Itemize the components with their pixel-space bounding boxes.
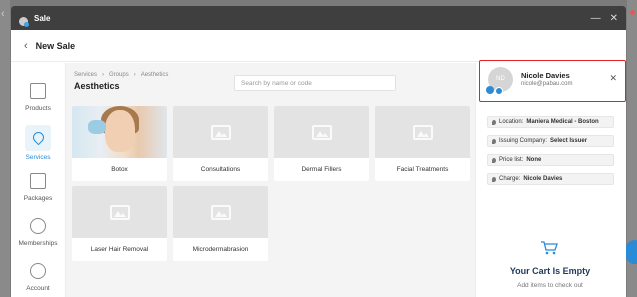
sidebar-item-label: Services xyxy=(25,153,51,161)
package-icon xyxy=(30,173,46,189)
category-sidebar: Products Services Packages Memberships A… xyxy=(11,63,66,297)
empty-cart-subtitle: Add items to check out xyxy=(517,282,583,289)
notification-dot xyxy=(630,10,635,15)
image-placeholder-icon xyxy=(210,124,231,140)
backdrop-right xyxy=(625,0,637,297)
breadcrumb-services[interactable]: Services xyxy=(74,72,97,78)
charge-field[interactable]: Charge: Nicole Davies xyxy=(487,173,614,185)
detail-label: Price list: xyxy=(499,157,524,163)
sidebar-item-label: Packages xyxy=(23,195,53,202)
breadcrumb-aesthetics: Aesthetics xyxy=(140,72,169,78)
charge-icon xyxy=(492,176,496,182)
client-badge-icon xyxy=(486,86,494,94)
service-card-botox[interactable]: Botox xyxy=(72,106,167,181)
breadcrumb: Services › Groups › Aesthetics xyxy=(74,72,168,78)
service-card-microdermabrasion[interactable]: Microdermabrasion xyxy=(173,186,268,261)
minimize-icon[interactable]: — xyxy=(591,13,601,24)
close-icon[interactable]: ✕ xyxy=(610,13,618,24)
box-icon xyxy=(30,83,46,99)
dollar-icon xyxy=(30,263,46,279)
title-bar: Sale — ✕ xyxy=(11,6,626,30)
service-label: Laser Hair Removal xyxy=(90,246,149,253)
service-label: Consultations xyxy=(200,166,241,173)
page-header: ‹ New Sale xyxy=(11,30,626,62)
empty-cart-title: Your Cart Is Empty xyxy=(509,266,591,276)
detail-value: Select Issuer xyxy=(550,138,588,144)
services-panel: Services › Groups › Aesthetics Aesthetic… xyxy=(66,63,475,297)
avatar: ND xyxy=(486,67,513,95)
service-card-consultations[interactable]: Consultations xyxy=(173,106,268,181)
service-label: Dermal Fillers xyxy=(301,166,342,173)
sidebar-item-services[interactable]: Services xyxy=(11,120,65,165)
client-card[interactable]: ND Nicole Davies nicole@pabau.com ✕ xyxy=(479,60,626,102)
price-list-icon xyxy=(492,157,496,163)
cart-icon xyxy=(541,241,558,255)
sidebar-item-packages[interactable]: Packages xyxy=(11,165,65,210)
detail-value: Maniera Medical - Boston xyxy=(526,119,599,125)
service-card-dermal-fillers[interactable]: Dermal Fillers xyxy=(274,106,369,181)
company-icon xyxy=(492,138,496,144)
detail-label: Issuing Company: xyxy=(499,138,548,144)
sidebar-item-label: Account xyxy=(26,285,50,292)
remove-client-icon[interactable]: ✕ xyxy=(609,73,617,84)
section-title: Aesthetics xyxy=(74,81,120,91)
image-placeholder-icon xyxy=(210,204,231,220)
service-card-facial-treatments[interactable]: Facial Treatments xyxy=(375,106,470,181)
sale-modal: Sale — ✕ ‹ New Sale Products Services Pa… xyxy=(11,6,626,297)
sidebar-item-account[interactable]: Account xyxy=(11,255,65,297)
issuing-company-field[interactable]: Issuing Company: Select Issuer xyxy=(487,135,614,147)
detail-label: Location: xyxy=(499,119,524,125)
client-name: Nicole Davies xyxy=(521,71,570,80)
search-input[interactable] xyxy=(234,75,396,91)
detail-value: Nicole Davies xyxy=(523,176,563,182)
breadcrumb-groups[interactable]: Groups xyxy=(109,72,129,78)
badge-icon xyxy=(30,218,46,234)
location-pin-icon xyxy=(492,119,496,125)
chat-bubble-icon[interactable] xyxy=(625,240,637,264)
breadcrumb-separator-icon: › xyxy=(133,72,136,78)
back-arrow-icon[interactable]: ‹ xyxy=(24,40,28,52)
service-card-laser-hair-removal[interactable]: Laser Hair Removal xyxy=(72,186,167,261)
detail-label: Charge: xyxy=(499,176,521,182)
page-title: New Sale xyxy=(35,40,76,51)
botox-photo xyxy=(72,106,167,158)
chevron-left-icon: ‹ xyxy=(1,8,5,20)
detail-value: None xyxy=(526,157,542,163)
image-placeholder-icon xyxy=(311,124,332,140)
client-badge-icon xyxy=(495,87,503,95)
image-placeholder-icon xyxy=(109,204,130,220)
tag-icon xyxy=(30,129,46,146)
client-email: nicole@pabau.com xyxy=(521,81,573,87)
cart-panel: ND Nicole Davies nicole@pabau.com ✕ Loca… xyxy=(475,60,626,297)
app-icon xyxy=(19,16,29,27)
location-field[interactable]: Location: Maniera Medical - Boston xyxy=(487,116,614,128)
sidebar-item-products[interactable]: Products xyxy=(11,75,65,120)
avatar-initials: ND xyxy=(496,76,505,82)
service-grid: Botox Consultations Dermal Fillers Facia… xyxy=(72,106,470,261)
window-title: Sale xyxy=(34,13,51,23)
service-label: Microdermabrasion xyxy=(192,246,249,253)
backdrop-left: ‹ xyxy=(0,0,10,297)
sidebar-item-label: Products xyxy=(25,105,51,112)
breadcrumb-separator-icon: › xyxy=(102,72,105,78)
service-label: Botox xyxy=(111,166,128,173)
sidebar-item-label: Memberships xyxy=(18,240,58,247)
image-placeholder-icon xyxy=(412,124,433,140)
sidebar-item-memberships[interactable]: Memberships xyxy=(11,210,65,255)
service-label: Facial Treatments xyxy=(396,166,449,173)
price-list-field[interactable]: Price list: None xyxy=(487,154,614,166)
